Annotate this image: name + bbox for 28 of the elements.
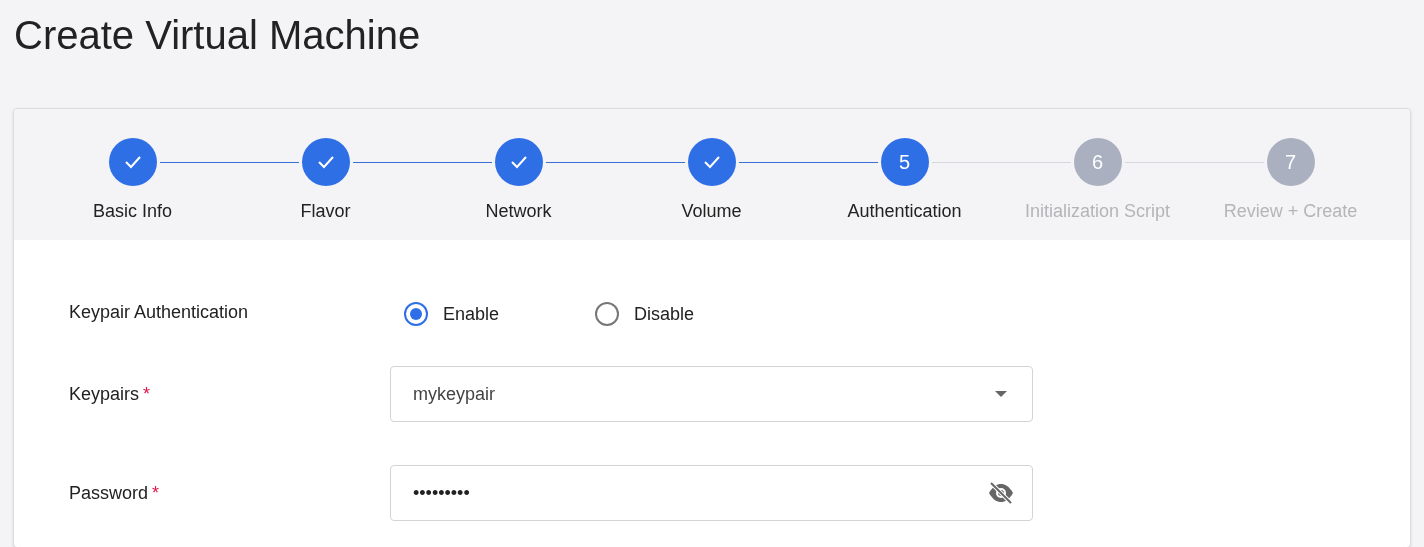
check-icon — [123, 155, 142, 169]
radio-button[interactable] — [595, 302, 620, 326]
field-label: Keypairs — [69, 382, 140, 406]
step-number: 7 — [1266, 138, 1315, 186]
page-title: Create Virtual Machine — [14, 12, 421, 59]
eye-off-icon[interactable] — [988, 482, 1014, 504]
step-number: 6 — [1073, 138, 1122, 186]
step-number: 5 — [880, 138, 929, 186]
radio-button[interactable] — [404, 302, 428, 326]
password-field[interactable]: ••••••••• — [390, 465, 1033, 521]
step-label: Initialization Script — [1024, 200, 1171, 223]
check-icon — [316, 155, 335, 169]
step-label: Basic Info — [92, 200, 172, 223]
step-label: Review + Create — [1223, 200, 1358, 223]
step-label: Authentication — [847, 200, 962, 223]
step-label: Volume — [681, 200, 742, 223]
radio-label[interactable]: Disable — [634, 300, 695, 328]
check-icon — [702, 155, 721, 169]
required-mark: * — [152, 481, 160, 505]
caret-icon — [995, 391, 1007, 397]
field-label: Keypair Authentication — [69, 300, 249, 324]
check-icon — [509, 155, 528, 169]
step-label: Flavor — [300, 200, 351, 223]
radio-label[interactable]: Enable — [443, 300, 500, 328]
field-label: Password — [69, 481, 149, 505]
keypair-dropdown[interactable]: mykeypair — [390, 366, 1033, 422]
step-label: Network — [485, 200, 552, 223]
required-mark: * — [143, 382, 151, 406]
